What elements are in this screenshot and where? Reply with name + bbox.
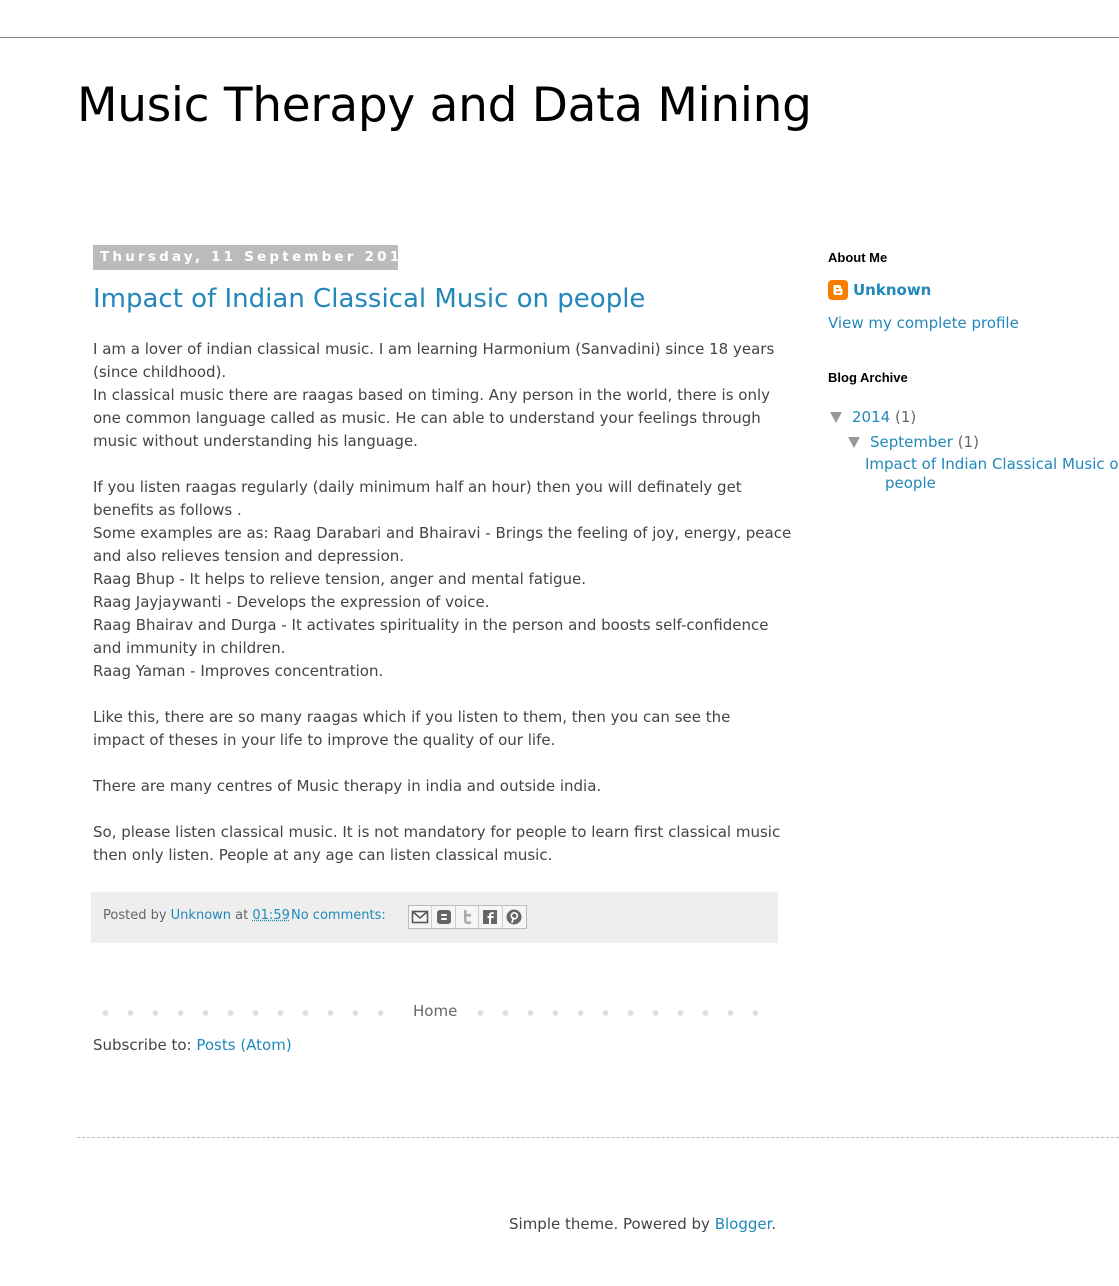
- post-body-line: one common language called as music. He …: [93, 409, 761, 427]
- sidebar: About Me Unknown View my complete profil…: [828, 250, 1119, 492]
- about-me-title: About Me: [828, 250, 888, 265]
- posts-atom-link[interactable]: Posts (Atom): [196, 1036, 291, 1054]
- attribution-text: Simple theme. Powered by: [509, 1215, 710, 1233]
- archive-month-row: September (1): [848, 433, 979, 451]
- pinterest-icon: [506, 909, 522, 925]
- post-timestamp-link[interactable]: 01:59: [252, 908, 289, 923]
- author-link[interactable]: Unknown: [171, 908, 231, 923]
- post-body-line: Raag Jayjaywanti - Develops the expressi…: [93, 593, 490, 611]
- at-label: at: [235, 908, 249, 923]
- share-facebook-button[interactable]: [479, 906, 503, 928]
- footer-divider: [77, 1137, 1119, 1138]
- post-body-line: I am a lover of indian classical music. …: [93, 340, 775, 358]
- post-body-line: In classical music there are raagas base…: [93, 386, 770, 404]
- post-body-line: If you listen raagas regularly (daily mi…: [93, 478, 742, 496]
- blog-archive-title: Blog Archive: [828, 370, 908, 385]
- post-body-line: Raag Bhairav and Durga - It activates sp…: [93, 616, 769, 634]
- post-body-line: (since childhood).: [93, 363, 227, 381]
- attribution: Simple theme. Powered by Blogger.: [509, 1215, 776, 1233]
- share-twitter-button[interactable]: [456, 906, 480, 928]
- attribution-end: .: [771, 1215, 777, 1233]
- archive-post-link[interactable]: Impact of Indian Classical Music on peop…: [865, 455, 1119, 493]
- post-body-line: So, please listen classical music. It is…: [93, 823, 781, 841]
- archive-year-row: 2014 (1): [830, 408, 916, 426]
- profile-row: Unknown: [828, 280, 931, 300]
- post-date-header: Thursday, 11 September 2014: [93, 245, 412, 270]
- blogger-logo-icon: [828, 280, 848, 300]
- blog-pager: Home: [93, 1000, 773, 1022]
- posted-by-label: Posted by: [103, 908, 167, 923]
- post-meta: Posted by Unknown at 01:59: [103, 908, 290, 923]
- share-buttons: [408, 905, 527, 929]
- archive-year-toggle-icon[interactable]: [830, 411, 842, 423]
- facebook-icon: [483, 910, 498, 924]
- archive-year-count: (1): [894, 408, 917, 426]
- post-title[interactable]: Impact of Indian Classical Music on peop…: [93, 284, 645, 314]
- archive-month-link[interactable]: September: [870, 433, 953, 451]
- archive-year-link[interactable]: 2014: [852, 408, 890, 426]
- post-body-line: Some examples are as: Raag Darabari and …: [93, 524, 792, 542]
- archive-month-count: (1): [957, 433, 979, 451]
- share-blogthis-button[interactable]: [432, 906, 456, 928]
- post-body-line: and also relieves tension and depression…: [93, 547, 405, 565]
- post-body: I am a lover of indian classical music. …: [93, 338, 792, 867]
- share-email-button[interactable]: [409, 906, 433, 928]
- post-body-line: Like this, there are so many raagas whic…: [93, 708, 731, 726]
- blog-title[interactable]: Music Therapy and Data Mining: [77, 78, 812, 133]
- email-icon: [411, 910, 429, 924]
- post-body-line: then only listen. People at any age can …: [93, 846, 553, 864]
- post-body-line: Raag Yaman - Improves concentration.: [93, 662, 384, 680]
- post-body-line: and immunity in children.: [93, 639, 286, 657]
- blogthis-icon: [436, 910, 451, 924]
- blogger-link[interactable]: Blogger: [715, 1215, 772, 1233]
- post-body-line: There are many centres of Music therapy …: [93, 777, 602, 795]
- share-pinterest-button[interactable]: [503, 906, 526, 928]
- top-divider: [0, 37, 1119, 38]
- post-body-line: music without understanding his language…: [93, 432, 418, 450]
- view-profile-link[interactable]: View my complete profile: [828, 314, 1019, 332]
- profile-name-link[interactable]: Unknown: [853, 281, 931, 299]
- post-footer: Posted by Unknown at 01:59 No comments:: [91, 892, 778, 943]
- archive-month-toggle-icon[interactable]: [848, 436, 860, 448]
- post-body-line: Raag Bhup - It helps to relieve tension,…: [93, 570, 587, 588]
- post-body-line: impact of theses in your life to improve…: [93, 731, 556, 749]
- comments-link[interactable]: No comments:: [291, 908, 386, 923]
- twitter-icon: [464, 910, 472, 924]
- subscribe-links: Subscribe to: Posts (Atom): [93, 1036, 292, 1054]
- subscribe-label: Subscribe to:: [93, 1036, 192, 1054]
- post-body-line: benefits as follows .: [93, 501, 242, 519]
- home-link[interactable]: Home: [403, 1000, 468, 1022]
